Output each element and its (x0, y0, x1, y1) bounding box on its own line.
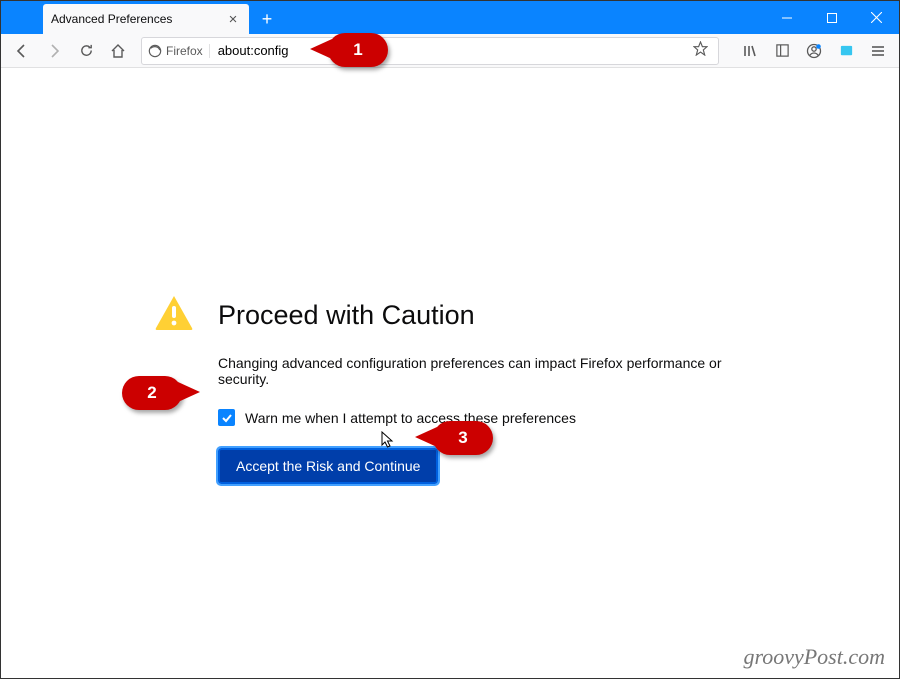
minimize-button[interactable] (764, 1, 809, 34)
library-button[interactable] (735, 37, 765, 65)
account-button[interactable] (799, 37, 829, 65)
forward-button[interactable] (39, 37, 69, 65)
annotation-callout-2: 2 (122, 376, 182, 410)
warn-checkbox-label: Warn me when I attempt to access these p… (245, 410, 576, 426)
warn-checkbox[interactable] (218, 409, 235, 426)
page-heading: Proceed with Caution (218, 300, 475, 331)
extension-button[interactable] (831, 37, 861, 65)
identity-label: Firefox (166, 44, 203, 58)
menu-button[interactable] (863, 37, 893, 65)
address-bar[interactable]: Firefox (141, 37, 719, 65)
firefox-icon (148, 44, 162, 58)
warning-description: Changing advanced configuration preferen… (218, 355, 774, 387)
browser-toolbar: Firefox (1, 34, 899, 68)
window-controls (764, 1, 899, 34)
window-titlebar: Advanced Preferences × + (1, 1, 899, 34)
warn-checkbox-row[interactable]: Warn me when I attempt to access these p… (218, 409, 774, 426)
close-tab-icon[interactable]: × (225, 11, 241, 27)
page-content: Proceed with Caution Changing advanced c… (2, 69, 898, 677)
close-window-button[interactable] (854, 1, 899, 34)
home-button[interactable] (103, 37, 133, 65)
identity-box[interactable]: Firefox (148, 44, 210, 58)
watermark: groovyPost.com (743, 644, 885, 670)
browser-tab[interactable]: Advanced Preferences × (43, 4, 249, 34)
tab-title: Advanced Preferences (51, 12, 225, 26)
maximize-button[interactable] (809, 1, 854, 34)
accept-risk-button[interactable]: Accept the Risk and Continue (218, 448, 438, 484)
caution-container: Proceed with Caution Changing advanced c… (154, 294, 774, 484)
annotation-callout-3: 3 (433, 421, 493, 455)
sidebar-button[interactable] (767, 37, 797, 65)
new-tab-button[interactable]: + (253, 5, 281, 33)
warning-icon (154, 294, 194, 337)
back-button[interactable] (7, 37, 37, 65)
annotation-callout-1: 1 (328, 33, 388, 67)
cursor-icon (381, 431, 395, 454)
url-input[interactable] (210, 43, 689, 58)
bookmark-star-icon[interactable] (689, 41, 712, 61)
reload-button[interactable] (71, 37, 101, 65)
